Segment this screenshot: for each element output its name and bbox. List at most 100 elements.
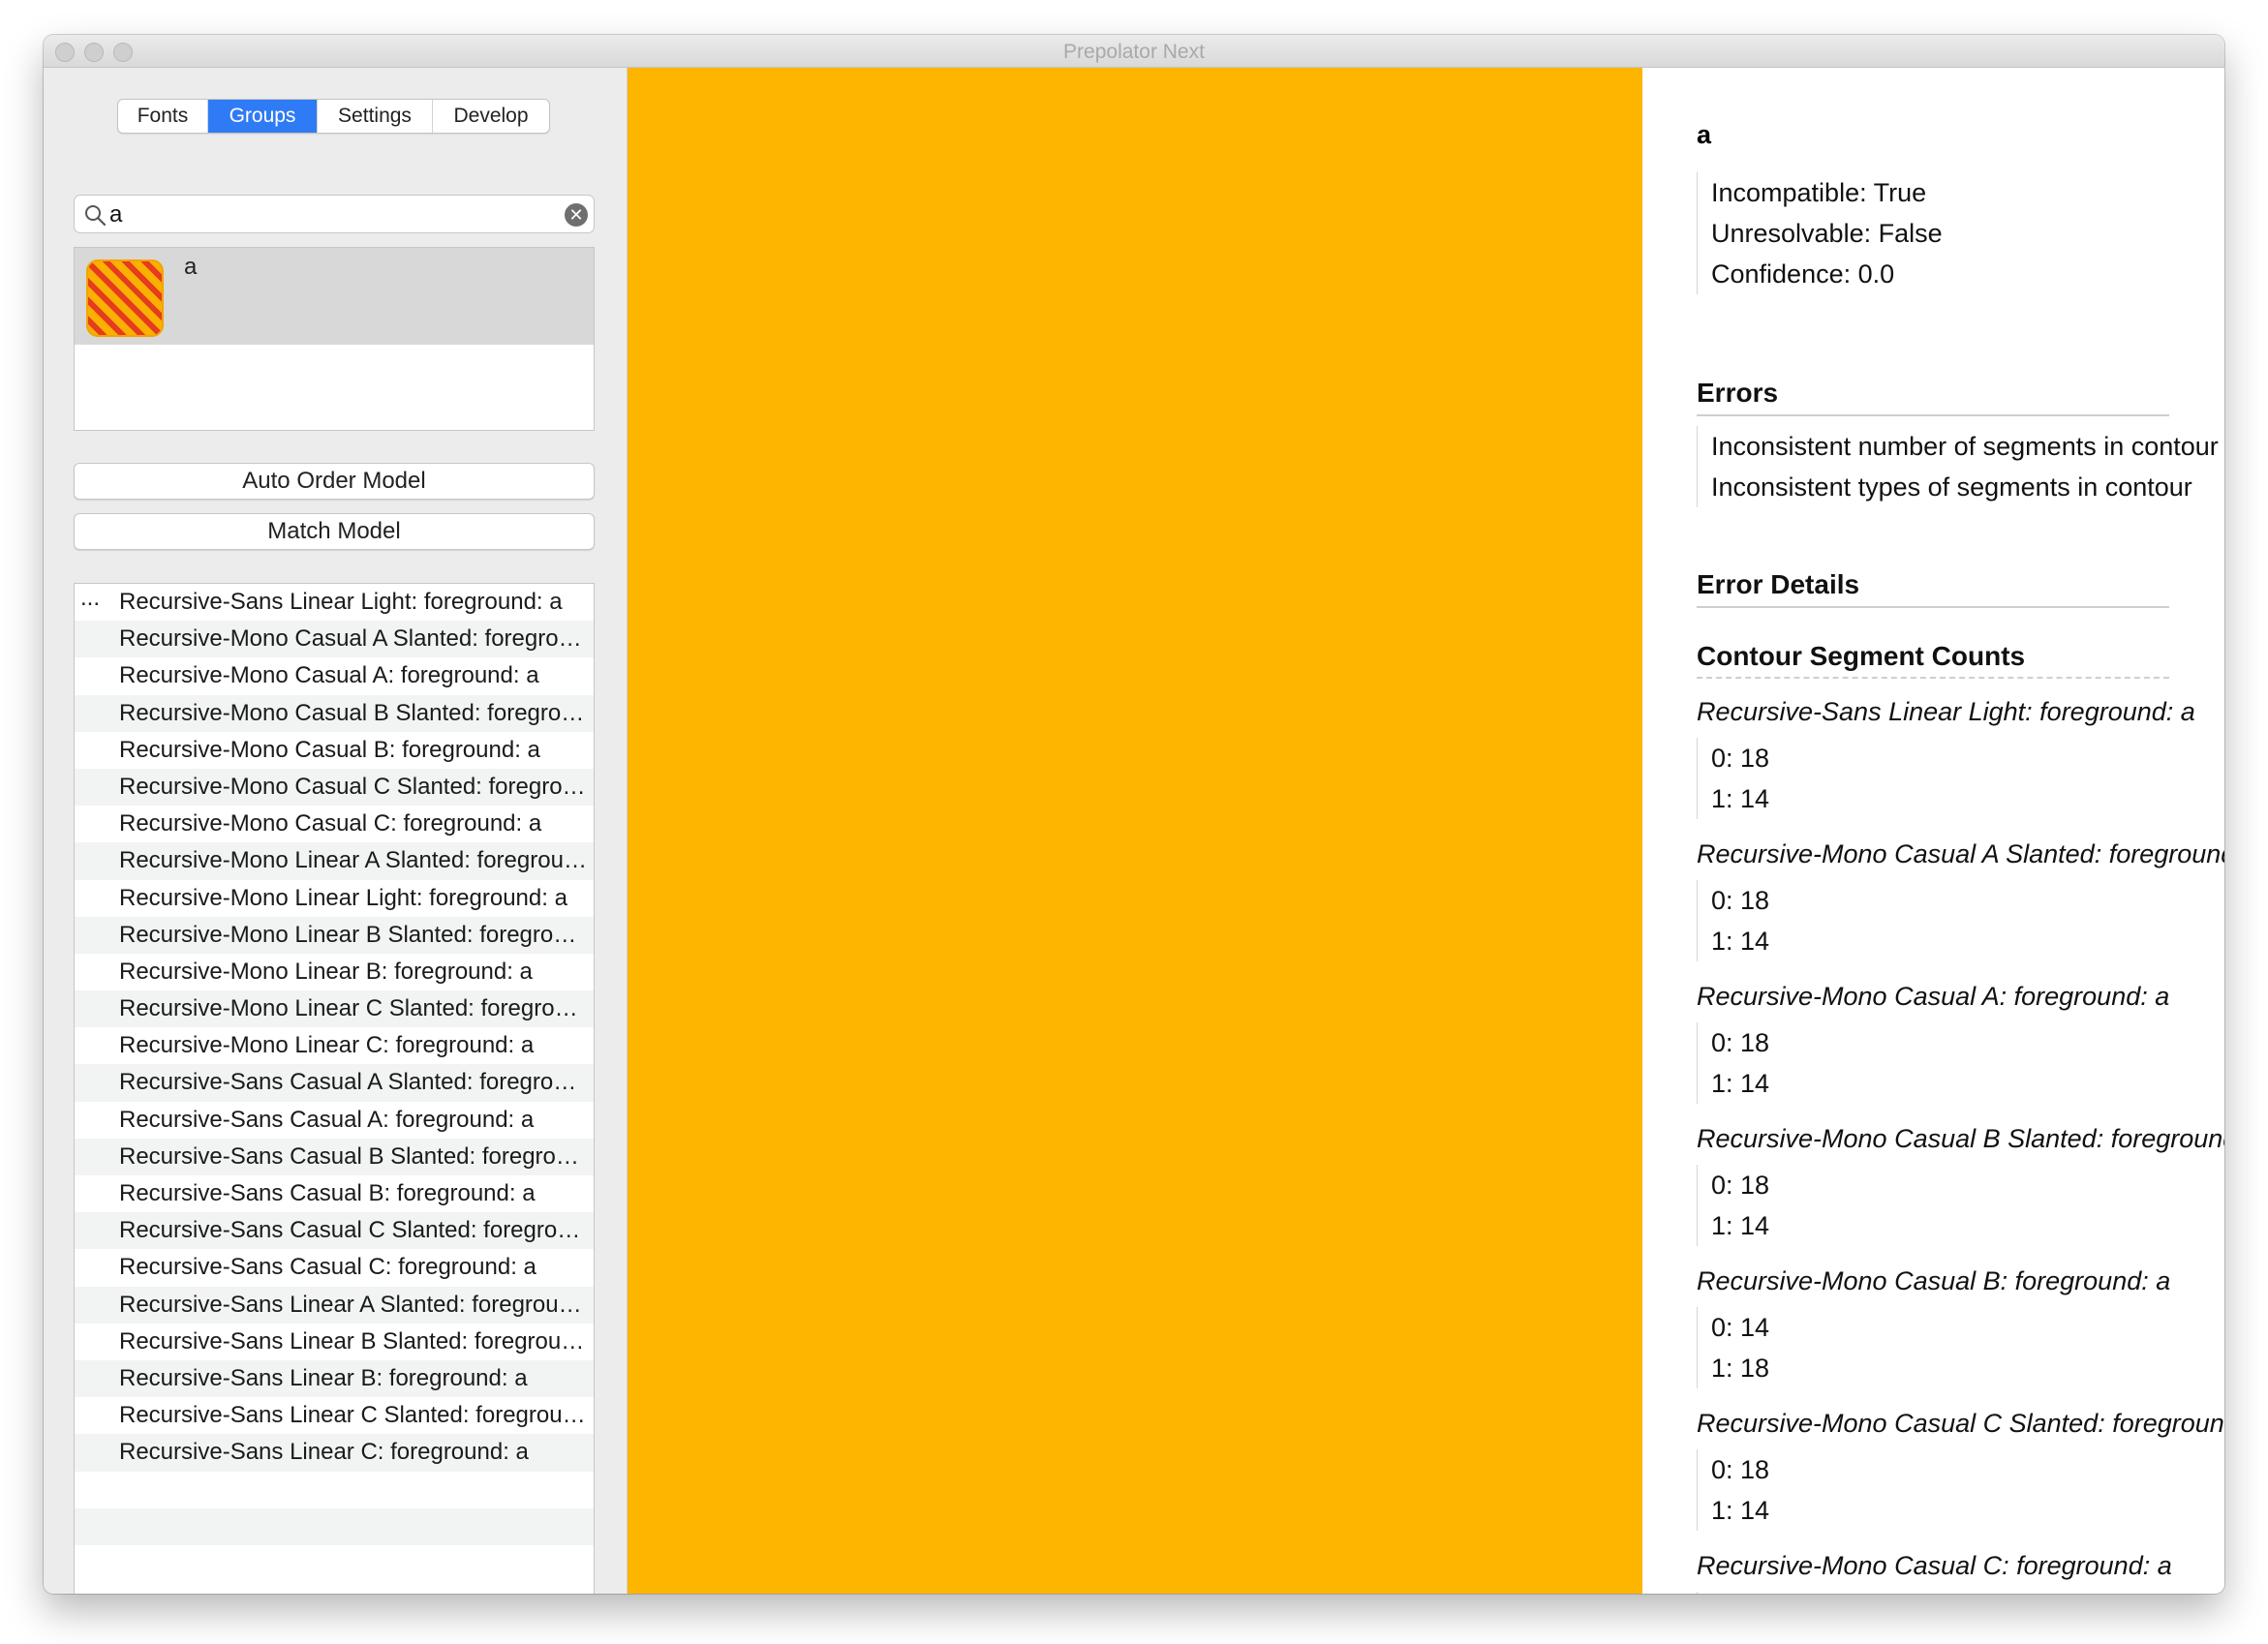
errors-block: Inconsistent number of segments in conto… [1697, 426, 2219, 507]
sidebar: Fonts Groups Settings Develop a ✕ a Auto… [44, 68, 628, 1594]
font-list-row[interactable]: Recursive-Sans Casual B: foreground: a [75, 1175, 594, 1212]
status-block: Incompatible: True Unresolvable: False C… [1697, 172, 1943, 294]
segment-count-block: 0: 18 [1697, 1592, 1769, 1594]
segment-count-value: 0: 18 [1711, 1592, 1769, 1594]
errors-heading: Errors [1697, 378, 2169, 416]
font-list-row[interactable]: Recursive-Mono Linear C Slanted: foregro… [75, 990, 594, 1028]
font-list-row[interactable]: Recursive-Mono Casual B Slanted: foregro… [75, 694, 594, 732]
match-model-button[interactable]: Match Model [74, 513, 595, 550]
font-list-label: Recursive-Sans Casual C Slanted: foregro… [119, 1217, 589, 1244]
tab-develop[interactable]: Develop [433, 100, 549, 133]
font-list-row[interactable]: Recursive-Sans Casual B Slanted: foregro… [75, 1138, 594, 1175]
search-input[interactable]: a [109, 201, 122, 228]
title-bar[interactable]: Prepolator Next [44, 35, 2224, 68]
status-confidence: Confidence: 0.0 [1711, 259, 1895, 289]
font-list-label: Recursive-Mono Linear B Slanted: foregro… [119, 921, 589, 948]
font-list-row[interactable]: Recursive-Sans Linear B Slanted: foregro… [75, 1324, 594, 1360]
font-list-row[interactable]: Recursive-Mono Casual C Slanted: foregro… [75, 768, 594, 807]
segment-count-font: Recursive-Mono Casual A: foreground: a [1697, 982, 2170, 1011]
segment-count-value: 0: 18 [1711, 886, 1770, 915]
font-list-label: Recursive-Mono Linear B: foreground: a [119, 958, 533, 985]
font-list-row[interactable]: Recursive-Mono Linear B Slanted: foregro… [75, 916, 594, 954]
segment-count-value: 0: 18 [1711, 1028, 1770, 1057]
font-list-label: Recursive-Mono Casual A: foreground: a [119, 662, 539, 689]
window-title: Prepolator Next [1063, 41, 1205, 63]
font-list-label: Recursive-Mono Casual C Slanted: foregro… [119, 773, 589, 800]
font-list-row[interactable]: Recursive-Sans Linear C: foreground: a [75, 1434, 594, 1472]
font-list-row[interactable]: Recursive-Mono Casual A Slanted: foregro… [75, 621, 594, 658]
font-list-row[interactable]: Recursive-Mono Casual A: foreground: a [75, 657, 594, 694]
magnifier-icon [85, 205, 107, 227]
font-list-label: Recursive-Sans Casual B: foreground: a [119, 1180, 536, 1206]
font-list-row[interactable] [75, 1545, 594, 1582]
font-list-label: Recursive-Sans Casual B Slanted: foregro… [119, 1142, 589, 1170]
segment-count-value: 1: 14 [1711, 927, 1770, 956]
group-list[interactable]: a [74, 247, 595, 431]
font-list-row[interactable]: Recursive-Mono Linear Light: foreground:… [75, 880, 594, 917]
font-list-row[interactable]: ... Recursive-Sans Linear Light: foregrou… [75, 584, 594, 621]
font-list-row[interactable]: Recursive-Mono Linear A Slanted: foregro… [75, 842, 594, 880]
status-unresolvable: Unresolvable: False [1711, 219, 1943, 248]
font-list-row[interactable] [75, 1507, 594, 1545]
search-field[interactable]: a ✕ [74, 195, 595, 233]
report-panel[interactable]: a Incompatible: True Unresolvable: False… [1642, 68, 2224, 1594]
error-details-heading: Error Details [1697, 569, 2169, 608]
font-list-row[interactable] [75, 1472, 594, 1508]
segment-count-font: Recursive-Mono Casual C Slanted: foregro… [1697, 1409, 2224, 1438]
font-list-label: Recursive-Mono Linear A Slanted: foregro… [119, 847, 589, 874]
auto-order-model-button[interactable]: Auto Order Model [74, 463, 595, 500]
font-list-label: Recursive-Mono Casual A Slanted: foregro… [119, 625, 589, 653]
font-list-row[interactable]: Recursive-Sans Casual C Slanted: foregro… [75, 1212, 594, 1250]
segment-count-block: 0: 18 1: 14 [1697, 738, 1769, 819]
segment-count-font: Recursive-Mono Casual A Slanted: foregro… [1697, 839, 2224, 868]
striped-glyph-icon [86, 259, 164, 337]
segment-count-block: 0: 18 1: 14 [1697, 1165, 1769, 1246]
segment-count-value: 0: 18 [1711, 1171, 1770, 1200]
segment-count-font: Recursive-Mono Casual B Slanted: foregro… [1697, 1124, 2224, 1153]
segment-count-value: 0: 18 [1711, 744, 1770, 773]
segment-count-value: 1: 14 [1711, 784, 1770, 813]
font-list-label: Recursive-Mono Casual C: foreground: a [119, 810, 542, 837]
segment-count-block: 0: 18 1: 14 [1697, 880, 1769, 961]
font-list-row[interactable]: Recursive-Sans Casual A Slanted: foregro… [75, 1064, 594, 1102]
font-list-label: Recursive-Mono Casual B: foreground: a [119, 736, 540, 763]
font-list-label: Recursive-Mono Linear C Slanted: foregro… [119, 995, 589, 1022]
tab-settings[interactable]: Settings [318, 100, 433, 133]
font-list-row[interactable]: Recursive-Mono Casual B: foreground: a [75, 732, 594, 769]
font-list-label: Recursive-Sans Linear A Slanted: foregro… [119, 1291, 589, 1318]
segment-count-font: Recursive-Mono Casual B: foreground: a [1697, 1266, 2171, 1295]
glyph-canvas[interactable] [628, 68, 1642, 1594]
font-list-row[interactable]: Recursive-Sans Casual C: foreground: a [75, 1249, 594, 1286]
segment-count-font: Recursive-Mono Casual C: foreground: a [1697, 1551, 2172, 1580]
font-list-row[interactable]: Recursive-Mono Casual C: foreground: a [75, 806, 594, 842]
segment-count-font: Recursive-Sans Linear Light: foreground:… [1697, 697, 2195, 726]
font-list-row[interactable]: Recursive-Sans Casual A: foreground: a [75, 1102, 594, 1139]
font-list-row[interactable]: Recursive-Sans Linear A Slanted: foregro… [75, 1286, 594, 1324]
font-list-label: Recursive-Mono Casual B Slanted: foregro… [119, 699, 589, 726]
row-status-mark: ... [80, 585, 101, 611]
segment-count-value: 1: 14 [1711, 1496, 1770, 1525]
group-item[interactable]: a [75, 248, 594, 345]
font-list-row[interactable]: Recursive-Mono Linear B: foreground: a [75, 954, 594, 990]
font-list-row[interactable]: Recursive-Sans Linear B: foreground: a [75, 1359, 594, 1398]
font-list-row[interactable]: Recursive-Sans Linear C Slanted: foregro… [75, 1397, 594, 1434]
view-tabs: Fonts Groups Settings Develop [117, 99, 550, 134]
font-list-label: Recursive-Sans Linear C Slanted: foregro… [119, 1402, 589, 1429]
error-item: Inconsistent number of segments in conto… [1711, 432, 2219, 461]
font-list-label: Recursive-Sans Linear Light: foreground:… [119, 589, 563, 615]
tab-fonts[interactable]: Fonts [118, 100, 208, 133]
font-list-label: Recursive-Mono Linear Light: foreground:… [119, 884, 567, 911]
status-incompatible: Incompatible: True [1711, 178, 1927, 207]
report-glyph-name: a [1697, 120, 1712, 149]
tab-groups[interactable]: Groups [208, 100, 318, 133]
segment-count-block: 0: 18 1: 14 [1697, 1449, 1769, 1531]
group-label: a [184, 254, 198, 280]
segment-count-block: 0: 18 1: 14 [1697, 1022, 1769, 1104]
font-list-label: Recursive-Sans Casual A: foreground: a [119, 1106, 535, 1133]
font-list-label: Recursive-Sans Casual C: foreground: a [119, 1254, 536, 1281]
font-list[interactable]: ... Recursive-Sans Linear Light: foregrou… [74, 583, 595, 1594]
font-list-label: Recursive-Sans Linear B Slanted: foregro… [119, 1327, 589, 1355]
app-window: Prepolator Next Fonts Groups Settings De… [44, 35, 2224, 1594]
font-list-row[interactable]: Recursive-Mono Linear C: foreground: a [75, 1027, 594, 1064]
clear-circle-icon[interactable]: ✕ [565, 203, 588, 227]
